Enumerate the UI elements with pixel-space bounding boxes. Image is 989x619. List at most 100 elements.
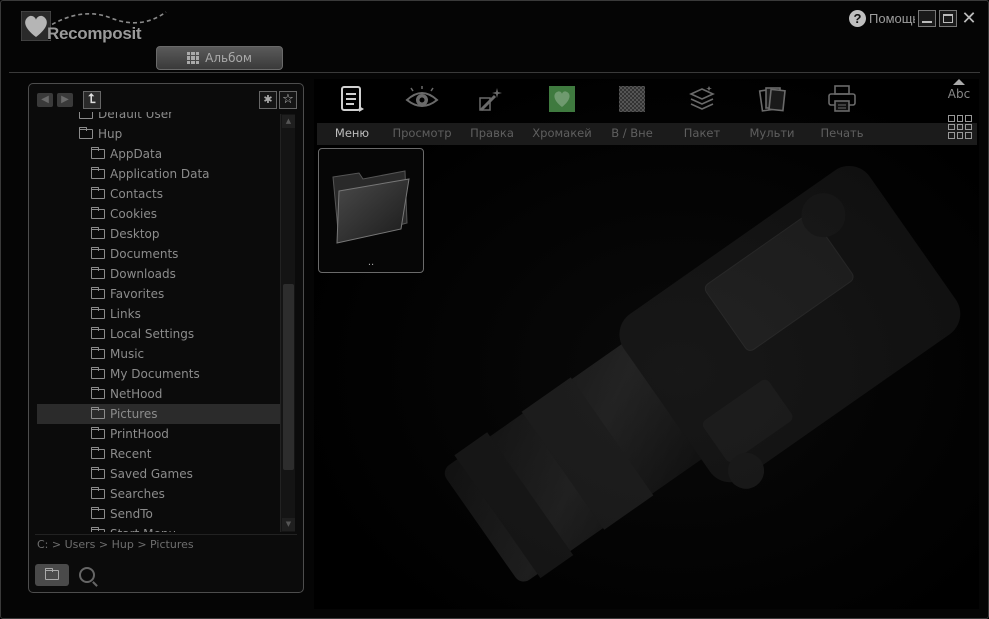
tool-label: Меню (334, 126, 370, 140)
tree-item[interactable]: NetHood (37, 384, 285, 404)
scroll-down-arrow-icon[interactable]: ▼ (282, 518, 295, 531)
tool-1[interactable]: Меню (317, 83, 387, 143)
tree-item[interactable]: PrintHood (37, 424, 285, 444)
tree-item[interactable]: Start Menu (37, 524, 285, 532)
folder-icon (91, 447, 105, 459)
folder-tree: Default User Hup AppData Application Data Co… (37, 112, 285, 532)
tab-album[interactable]: Альбом (156, 46, 283, 70)
tree-item-label: Downloads (110, 267, 176, 281)
title-controls: ? Помощь ✕ (849, 9, 978, 27)
tool-label: В / Вне (611, 126, 653, 140)
tree-item-label: Documents (110, 247, 179, 261)
tree-item-label: Music (110, 347, 145, 361)
forward-button[interactable]: ▶ (57, 93, 73, 107)
logo-text: Recomposit (47, 24, 142, 43)
tree-item-label: NetHood (110, 387, 163, 401)
tree-item[interactable]: Local Settings (37, 324, 285, 344)
folder-icon (79, 112, 93, 119)
batch-stack-icon (684, 83, 720, 115)
tool-5[interactable]: В / Вне (597, 83, 667, 143)
folder-icon (91, 427, 105, 439)
divider (35, 534, 297, 535)
folder-browser-panel: ◀ ▶ ⮤ ✱ ☆ Default User Hup AppData Applicat… (28, 83, 304, 593)
tree-item[interactable]: Pictures (37, 404, 285, 424)
magic-wand-icon (474, 83, 510, 115)
tree-item-label: Hup (98, 127, 123, 141)
tool-4[interactable]: Хромакей (527, 83, 597, 143)
search-icon[interactable] (79, 567, 95, 583)
tree-item-label: Contacts (110, 187, 163, 201)
folder-up-button[interactable]: ⮤ (83, 91, 101, 109)
tool-label: Пакет (683, 126, 721, 140)
tree-item-label: Pictures (110, 407, 158, 421)
gallery-item[interactable]: .. (318, 148, 424, 273)
favorites-star-button[interactable]: ☆ (279, 91, 297, 109)
close-button[interactable]: ✕ (960, 9, 978, 27)
folder-icon (45, 568, 59, 580)
tree-item-label: Searches (110, 487, 165, 501)
tool-7[interactable]: Мульти (737, 83, 807, 143)
sort-by-name-button[interactable]: Abc (945, 79, 973, 109)
tool-label: Печать (820, 126, 864, 140)
folder-icon (91, 287, 105, 299)
folder-icon (91, 207, 105, 219)
folder-icon (91, 467, 105, 479)
app-logo: Recomposit (7, 5, 167, 45)
eye-icon (404, 83, 440, 115)
tree-item[interactable]: Cookies (37, 204, 285, 224)
scroll-thumb[interactable] (283, 284, 294, 470)
thumbnail-grid-view-button[interactable] (948, 115, 972, 139)
folder-icon (332, 170, 410, 244)
tree-item[interactable]: Documents (37, 244, 285, 264)
breadcrumb: C: > Users > Hup > Pictures (37, 538, 194, 551)
tree-item[interactable]: Searches (37, 484, 285, 504)
tree-item[interactable]: Hup (37, 124, 285, 144)
tree-item[interactable]: Recent (37, 444, 285, 464)
tree-item[interactable]: Links (37, 304, 285, 324)
folder-icon (91, 527, 105, 532)
printer-icon (824, 83, 860, 115)
multi-pages-icon (754, 83, 790, 115)
tree-item[interactable]: Downloads (37, 264, 285, 284)
tab-album-label: Альбом (205, 51, 252, 65)
tree-item[interactable]: Saved Games (37, 464, 285, 484)
tree-item[interactable]: Application Data (37, 164, 285, 184)
app-window: Recomposit ? Помощь ✕ Альбом ◀ ▶ ⮤ ✱ ☆ D… (0, 0, 989, 619)
menu-document-icon (334, 83, 370, 115)
tree-item[interactable]: Desktop (37, 224, 285, 244)
tree-item[interactable]: SendTo (37, 504, 285, 524)
tool-2[interactable]: Просмотр (387, 83, 457, 143)
folder-icon (91, 227, 105, 239)
scroll-up-arrow-icon[interactable]: ▲ (282, 115, 295, 128)
tree-item-label: Links (110, 307, 141, 321)
tree-item-label: Start Menu (110, 527, 176, 532)
tree-item-label: SendTo (110, 507, 153, 521)
tree-item-label: Application Data (110, 167, 210, 181)
help-icon: ? (849, 9, 866, 27)
help-button[interactable]: ? Помощь (849, 9, 915, 27)
divider (9, 72, 980, 73)
folder-icon (91, 167, 105, 179)
folder-icon (91, 487, 105, 499)
panel-mode-buttons (35, 564, 95, 586)
folder-icon (91, 307, 105, 319)
tree-item[interactable]: Contacts (37, 184, 285, 204)
tool-6[interactable]: Пакет (667, 83, 737, 143)
tree-item[interactable]: Favorites (37, 284, 285, 304)
folder-view-button[interactable] (35, 564, 69, 586)
new-folder-button[interactable]: ✱ (259, 91, 277, 109)
tool-3[interactable]: Правка (457, 83, 527, 143)
minimize-button[interactable] (918, 9, 936, 27)
tree-item[interactable]: Default User (37, 112, 285, 124)
grid-icon (187, 52, 200, 64)
tool-8[interactable]: Печать (807, 83, 877, 143)
tree-item-label: Local Settings (110, 327, 195, 341)
back-button[interactable]: ◀ (37, 93, 53, 107)
tree-scrollbar[interactable]: ▲ ▼ (280, 114, 295, 532)
tree-item[interactable]: My Documents (37, 364, 285, 384)
folder-icon (91, 367, 105, 379)
tree-item[interactable]: AppData (37, 144, 285, 164)
tree-item[interactable]: Music (37, 344, 285, 364)
tree-item-label: Saved Games (110, 467, 193, 481)
maximize-button[interactable] (939, 9, 957, 27)
